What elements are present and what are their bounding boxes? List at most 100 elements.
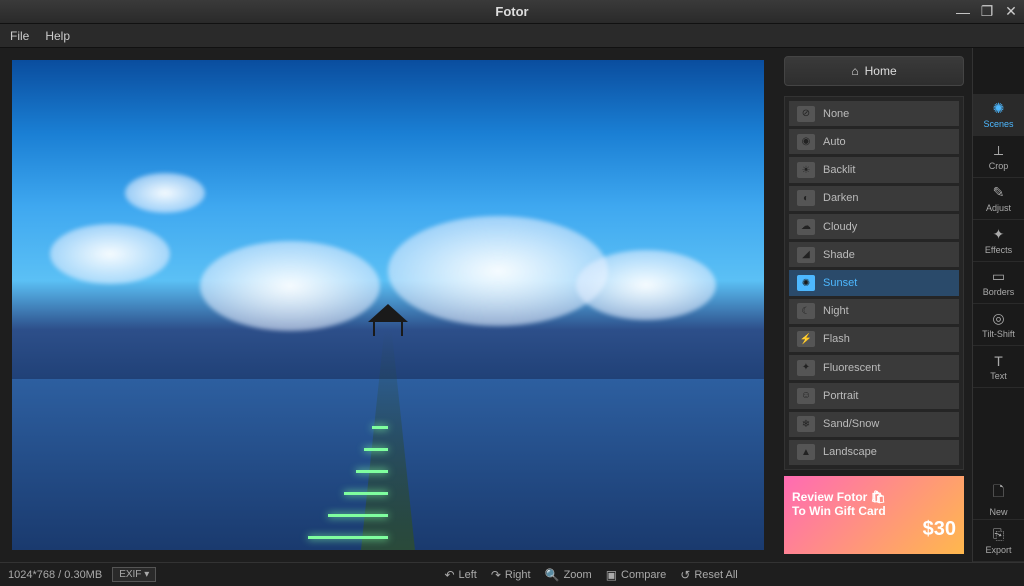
tool-tiltshift[interactable]: ◎Tilt-Shift bbox=[973, 304, 1024, 346]
tool-effects[interactable]: ✦ Effects bbox=[973, 220, 1024, 262]
scene-item-cloudy[interactable]: ☁ Cloudy bbox=[789, 214, 959, 239]
effects-icon: ✦ bbox=[993, 226, 1005, 243]
landscape-icon: ▲ bbox=[797, 444, 815, 460]
night-icon: ☾ bbox=[797, 303, 815, 319]
portrait-icon: ☺ bbox=[797, 388, 815, 404]
menu-file[interactable]: File bbox=[10, 29, 29, 43]
borders-icon: ▭ bbox=[992, 268, 1005, 285]
status-left: 1024*768 / 0.30MB EXIF ▾ bbox=[8, 567, 156, 582]
scene-label: Sand/Snow bbox=[823, 418, 879, 430]
reset-all-button[interactable]: ↺Reset All bbox=[680, 568, 737, 582]
rotate-left-icon: ↶ bbox=[444, 568, 454, 582]
close-button[interactable]: ✕ bbox=[1002, 4, 1020, 20]
rotate-right-button[interactable]: ↷Right bbox=[491, 568, 531, 582]
image-preview[interactable] bbox=[12, 60, 764, 550]
scene-label: Cloudy bbox=[823, 221, 857, 233]
menu-help[interactable]: Help bbox=[45, 29, 70, 43]
compare-icon: ▣ bbox=[606, 568, 617, 582]
tool-label: Export bbox=[985, 545, 1011, 555]
scene-label: None bbox=[823, 108, 849, 120]
app-title: Fotor bbox=[495, 4, 528, 19]
scene-item-landscape[interactable]: ▲ Landscape bbox=[789, 440, 959, 465]
scene-label: Darken bbox=[823, 192, 858, 204]
home-button[interactable]: ⌂ Home bbox=[784, 56, 964, 86]
scene-label: Flash bbox=[823, 333, 850, 345]
right-panel: ⌂ Home ⊘ None ◉ Auto ☀ Backlit ◐ Darken ☁ Cloudy ◢… bbox=[776, 48, 1024, 562]
sandsnow-icon: ❄ bbox=[797, 416, 815, 432]
scene-item-night[interactable]: ☾ Night bbox=[789, 299, 959, 324]
scene-item-shade[interactable]: ◢Shade bbox=[789, 242, 959, 267]
scene-label: Auto bbox=[823, 136, 846, 148]
scene-item-backlit[interactable]: ☀ Backlit bbox=[789, 157, 959, 182]
image-dimensions: 1024*768 / 0.30MB bbox=[8, 569, 102, 581]
rotate-left-button[interactable]: ↶Left bbox=[444, 568, 476, 582]
main-area: ⌂ Home ⊘ None ◉ Auto ☀ Backlit ◐ Darken ☁ Cloudy ◢… bbox=[0, 48, 1024, 562]
tool-label: Borders bbox=[983, 287, 1015, 297]
menubar: File Help bbox=[0, 24, 1024, 48]
rotate-right-icon: ↷ bbox=[491, 568, 501, 582]
promo-banner[interactable]: Review Fotor 🛍 To Win Gift Card $30 bbox=[784, 476, 964, 554]
canvas-area bbox=[0, 48, 776, 562]
maximize-button[interactable]: ❐ bbox=[978, 4, 996, 20]
tool-label: Effects bbox=[985, 245, 1012, 255]
home-icon: ⌂ bbox=[851, 64, 858, 78]
promo-price: $30 bbox=[792, 518, 956, 541]
text-icon: T bbox=[994, 353, 1003, 369]
fluorescent-icon: ✦ bbox=[797, 360, 815, 376]
scenes-list: ⊘ None ◉ Auto ☀ Backlit ◐ Darken ☁ Cloudy ◢Shade ✺ S… bbox=[784, 96, 964, 470]
scene-item-darken[interactable]: ◐ Darken bbox=[789, 186, 959, 211]
tool-label: Scenes bbox=[983, 119, 1013, 129]
tool-sidebar: ✺ Scenes ⟂ Crop ✎Adjust ✦ Effects ▭ Borders ◎Tilt… bbox=[972, 48, 1024, 562]
scene-item-sandsnow[interactable]: ❄ Sand/Snow bbox=[789, 412, 959, 437]
scene-item-sunset[interactable]: ✺ Sunset bbox=[789, 270, 959, 295]
tool-label: Adjust bbox=[986, 203, 1011, 213]
status-center: ↶Left ↷Right 🔍Zoom ▣Compare ↺Reset All bbox=[166, 568, 1016, 582]
tool-export[interactable]: ⎘ Export bbox=[973, 520, 1024, 562]
crop-icon: ⟂ bbox=[994, 142, 1003, 159]
compare-button[interactable]: ▣Compare bbox=[606, 568, 667, 582]
minimize-button[interactable]: — bbox=[954, 4, 972, 20]
statusbar: 1024*768 / 0.30MB EXIF ▾ ↶Left ↷Right 🔍Z… bbox=[0, 562, 1024, 586]
new-icon: 🗋 bbox=[993, 481, 1004, 505]
scene-item-none[interactable]: ⊘ None bbox=[789, 101, 959, 126]
tool-text[interactable]: T Text bbox=[973, 346, 1024, 388]
scene-item-auto[interactable]: ◉ Auto bbox=[789, 129, 959, 154]
darken-icon: ◐ bbox=[797, 190, 815, 206]
scene-label: Portrait bbox=[823, 390, 858, 402]
tool-new[interactable]: 🗋 New bbox=[973, 478, 1024, 520]
tool-label: Crop bbox=[989, 161, 1009, 171]
auto-icon: ◉ bbox=[797, 134, 815, 150]
sunset-icon: ✺ bbox=[797, 275, 815, 291]
tool-scenes[interactable]: ✺ Scenes bbox=[973, 94, 1024, 136]
tool-crop[interactable]: ⟂ Crop bbox=[973, 136, 1024, 178]
scene-label: Sunset bbox=[823, 277, 857, 289]
scenes-icon: ✺ bbox=[993, 100, 1005, 117]
scene-label: Night bbox=[823, 305, 849, 317]
tool-label: New bbox=[989, 507, 1007, 517]
scene-label: Landscape bbox=[823, 446, 877, 458]
reset-icon: ↺ bbox=[680, 568, 690, 582]
tiltshift-icon: ◎ bbox=[992, 310, 1004, 327]
none-icon: ⊘ bbox=[797, 106, 815, 122]
backlit-icon: ☀ bbox=[797, 162, 815, 178]
scenes-panel: ⌂ Home ⊘ None ◉ Auto ☀ Backlit ◐ Darken ☁ Cloudy ◢… bbox=[776, 48, 972, 562]
scene-label: Backlit bbox=[823, 164, 855, 176]
zoom-button[interactable]: 🔍Zoom bbox=[545, 568, 592, 582]
zoom-icon: 🔍 bbox=[545, 568, 560, 582]
tool-adjust[interactable]: ✎Adjust bbox=[973, 178, 1024, 220]
shade-icon: ◢ bbox=[797, 247, 815, 263]
promo-line1: Review Fotor 🛍 bbox=[792, 490, 956, 504]
promo-line2: To Win Gift Card bbox=[792, 504, 956, 518]
exif-button[interactable]: EXIF ▾ bbox=[112, 567, 156, 582]
scene-label: Fluorescent bbox=[823, 362, 880, 374]
cloudy-icon: ☁ bbox=[797, 219, 815, 235]
scene-item-portrait[interactable]: ☺ Portrait bbox=[789, 383, 959, 408]
scene-item-fluorescent[interactable]: ✦ Fluorescent bbox=[789, 355, 959, 380]
window-controls: — ❐ ✕ bbox=[954, 4, 1020, 20]
scene-item-flash[interactable]: ⚡ Flash bbox=[789, 327, 959, 352]
export-icon: ⎘ bbox=[993, 526, 1004, 543]
tool-label: Text bbox=[990, 371, 1007, 381]
flash-icon: ⚡ bbox=[797, 331, 815, 347]
home-label: Home bbox=[865, 64, 897, 78]
tool-borders[interactable]: ▭ Borders bbox=[973, 262, 1024, 304]
